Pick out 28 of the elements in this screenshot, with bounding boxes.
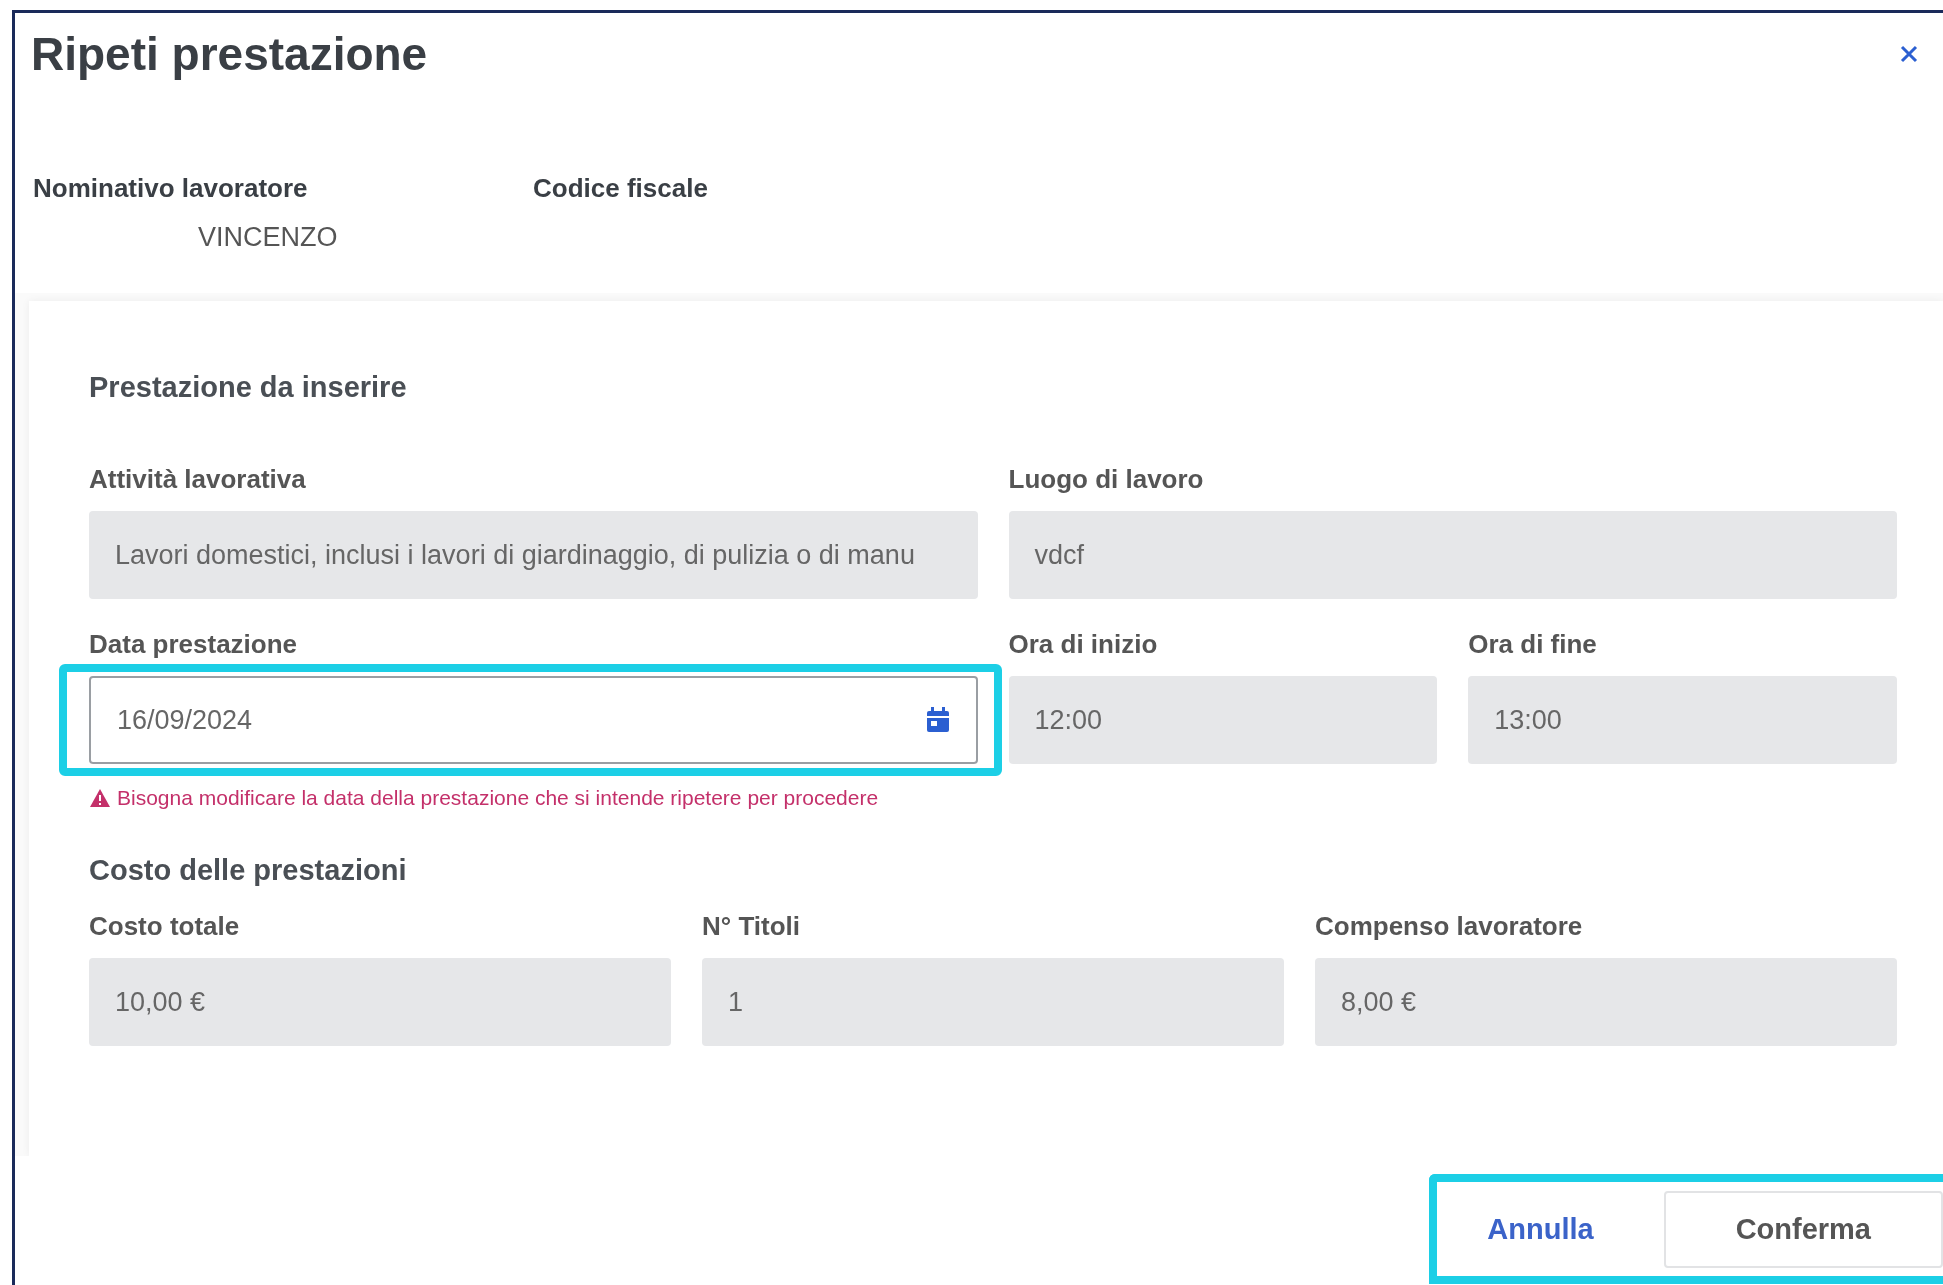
warning-icon [89,788,111,808]
input-field[interactable]: vdcf [1008,511,1897,599]
input-field[interactable]: 12:00 [1008,676,1438,764]
calendar-icon[interactable] [925,707,950,733]
input-field[interactable]: 13:00 [1468,676,1897,764]
info-label: Codice fiscale [533,173,708,204]
dialog-title: Ripeti prestazione [31,27,428,81]
error-message: Bisogna modificare la data della prestazione che si intende ripetere per procedere [117,786,879,810]
field-label: Ora di inizio [1008,629,1159,660]
info-label: Nominativo lavoratore [33,173,309,204]
info-value: VINCENZO [197,222,339,253]
field-label: Luogo di lavoro [1008,464,1205,495]
field-label: Ora di fine [1468,629,1598,660]
input-field[interactable]: 10,00 € [89,958,671,1046]
section-title: Costo delle prestazioni [89,854,408,887]
input-field[interactable]: 8,00 € [1315,958,1897,1046]
field-label: Compenso lavoratore [1315,911,1584,942]
close-icon [1899,44,1919,64]
section-title: Prestazione da inserire [89,371,408,404]
field-label: Costo totale [89,911,241,942]
date-field[interactable]: 16/09/2024 [89,676,978,764]
input-field[interactable]: Lavori domestici, inclusi i lavori di giardinaggio, di pulizia o di manu [89,511,978,599]
input-field[interactable]: 1 [702,958,1284,1046]
field-label: Data prestazione [89,629,299,660]
field-label: N° Titoli [702,911,802,942]
confirm-button[interactable]: Conferma [1663,1190,1943,1268]
cancel-button[interactable]: Annulla [1477,1192,1604,1266]
field-label: Attività lavorativa [89,464,307,495]
